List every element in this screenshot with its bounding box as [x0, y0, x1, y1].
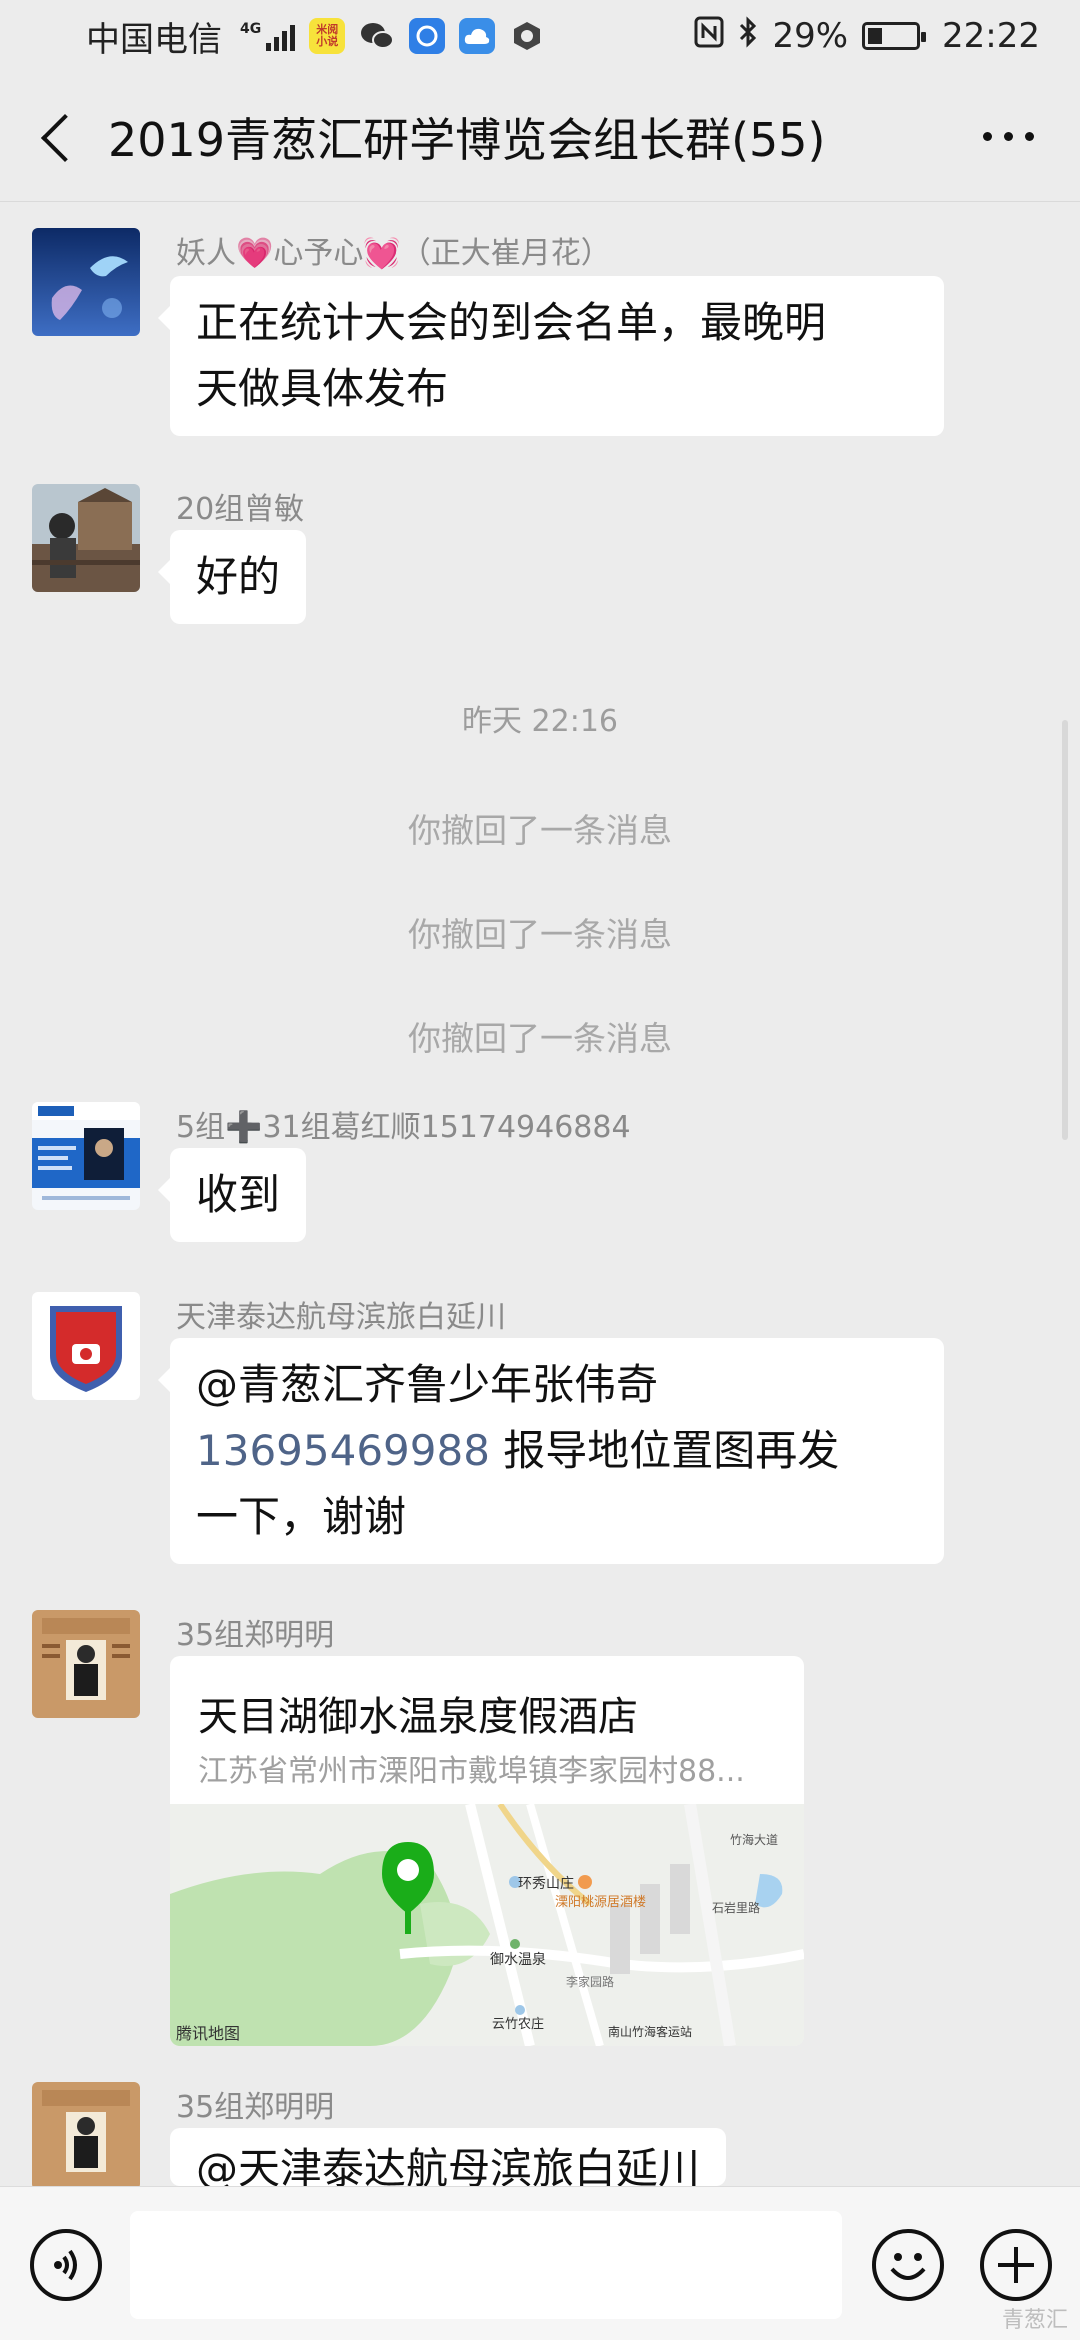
phone-link[interactable]: 13695469988	[196, 1426, 490, 1475]
network-type: 4G	[240, 21, 262, 37]
message-text: 天做具体发布	[196, 364, 449, 413]
reader-app-icon: 米阅 小说	[309, 18, 346, 54]
message-bubble[interactable]: @青葱汇齐鲁少年张伟奇 13695469988 报导地位置图再发 一下，谢谢	[158, 1338, 944, 1564]
avatar[interactable]	[32, 1292, 140, 1400]
voice-icon[interactable]	[30, 2229, 102, 2301]
avatar[interactable]	[32, 228, 140, 336]
message-bubble[interactable]: 收到	[157, 1148, 307, 1242]
message-bubble[interactable]: 正在统计大会的到会名单，最晚明 天做具体发布	[158, 276, 944, 436]
message-input[interactable]	[130, 2211, 842, 2319]
message-text: @天津泰达航母滨旅白延川	[196, 2144, 701, 2186]
message-bubble[interactable]: @天津泰达航母滨旅白延川	[170, 2128, 727, 2186]
avatar[interactable]	[32, 1102, 140, 1210]
chat-header: 2019青葱汇研学博览会组长群(55)	[0, 72, 1080, 202]
message-text: 收到	[196, 1170, 281, 1219]
map-label: 溧阳桃源居酒楼	[555, 1895, 646, 1910]
clock: 22:22	[942, 16, 1040, 56]
sender-name: 妖人💗心予心💓（正大崔月花）	[176, 236, 611, 271]
location-title: 天目湖御水温泉度假酒店	[198, 1694, 638, 1740]
map-label: 南山竹海客运站	[608, 2024, 692, 2039]
watermark: 青葱汇	[1001, 2308, 1068, 2333]
more-options-icon[interactable]	[983, 132, 1034, 141]
signal-icon: 4G	[240, 21, 296, 51]
app-icon-cloud	[459, 18, 496, 54]
sender-name: 天津泰达航母滨旅白延川	[176, 1300, 506, 1335]
message-text: 一下，谢谢	[196, 1492, 407, 1541]
chat-title: 2019青葱汇研学博览会组长群(55)	[108, 112, 826, 167]
plus-icon[interactable]	[980, 2229, 1052, 2301]
recall-notice: 你撤回了一条消息	[408, 1019, 672, 1058]
battery-percent: 29%	[772, 16, 849, 56]
message-text: 好的	[196, 552, 281, 601]
avatar[interactable]	[32, 1610, 140, 1718]
message-bubble[interactable]: 好的	[157, 530, 307, 624]
recall-notice: 你撤回了一条消息	[408, 811, 672, 850]
location-card[interactable]: 天目湖御水温泉度假酒店 江苏省常州市溧阳市戴埠镇李家园村88... 环秀山庄 溧…	[170, 1656, 804, 2046]
sender-name: 35组郑明明	[176, 2090, 335, 2125]
map-label: 石岩里路	[712, 1900, 760, 1915]
wechat-icon	[359, 18, 395, 54]
avatar[interactable]	[32, 2082, 140, 2190]
back-arrow-icon[interactable]	[30, 109, 86, 165]
avatar[interactable]	[32, 484, 140, 592]
map-label: 御水温泉	[490, 1951, 546, 1968]
nfc-icon	[694, 16, 724, 57]
input-bar: 青葱汇	[0, 2186, 1080, 2340]
status-bar: 中国电信 4G 米阅 小说 29% 22:22	[0, 0, 1080, 72]
sender-name: 20组曾敏	[176, 492, 305, 527]
sender-name: 35组郑明明	[176, 1618, 335, 1653]
map-label: 云竹农庄	[492, 2016, 544, 2032]
location-map[interactable]: 环秀山庄 溧阳桃源居酒楼 御水温泉 云竹农庄 李家园路 南山竹海客运站 石岩里路…	[170, 1802, 804, 2046]
bluetooth-icon	[738, 15, 758, 57]
app-icon-hex	[509, 18, 545, 54]
map-credit: 腾讯地图	[176, 2024, 241, 2043]
message-text: 正在统计大会的到会名单，最晚明	[196, 298, 827, 347]
map-label: 李家园路	[566, 1974, 614, 1989]
emoji-icon[interactable]	[872, 2229, 944, 2301]
battery-icon	[862, 22, 927, 50]
map-label: 环秀山庄	[518, 1875, 574, 1892]
sender-name: 5组➕31组葛红顺15174946884	[176, 1110, 631, 1145]
recall-notice: 你撤回了一条消息	[408, 915, 672, 954]
message-text: 13695469988 报导地位置图再发	[196, 1426, 840, 1475]
message-text: @青葱汇齐鲁少年张伟奇	[196, 1360, 659, 1409]
carrier-label: 中国电信	[86, 19, 222, 60]
location-address: 江苏省常州市溧阳市戴埠镇李家园村88...	[198, 1754, 745, 1789]
timestamp: 昨天 22:16	[462, 704, 618, 739]
app-icon-blue	[409, 18, 446, 54]
map-label: 竹海大道	[730, 1832, 778, 1847]
